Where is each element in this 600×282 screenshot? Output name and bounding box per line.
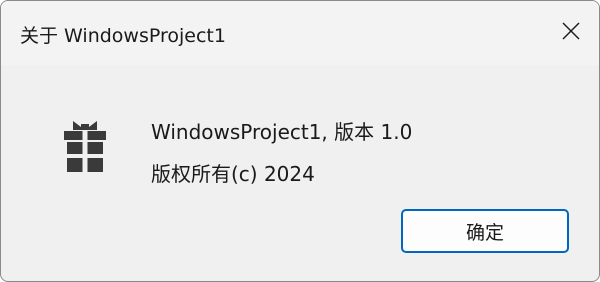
window-title: 关于 WindowsProject1: [20, 25, 226, 47]
close-button[interactable]: [543, 1, 599, 61]
copyright-text: 版权所有(c) 2024: [151, 162, 315, 186]
ok-button[interactable]: 确定: [401, 209, 569, 253]
about-dialog: 关于 WindowsProject1 WindowsProject1, 版本 1…: [0, 0, 600, 282]
version-text: WindowsProject1, 版本 1.0: [151, 120, 413, 144]
gift-box-icon: [64, 121, 106, 172]
close-icon: [562, 22, 580, 40]
title-bar: 关于 WindowsProject1: [1, 1, 599, 65]
